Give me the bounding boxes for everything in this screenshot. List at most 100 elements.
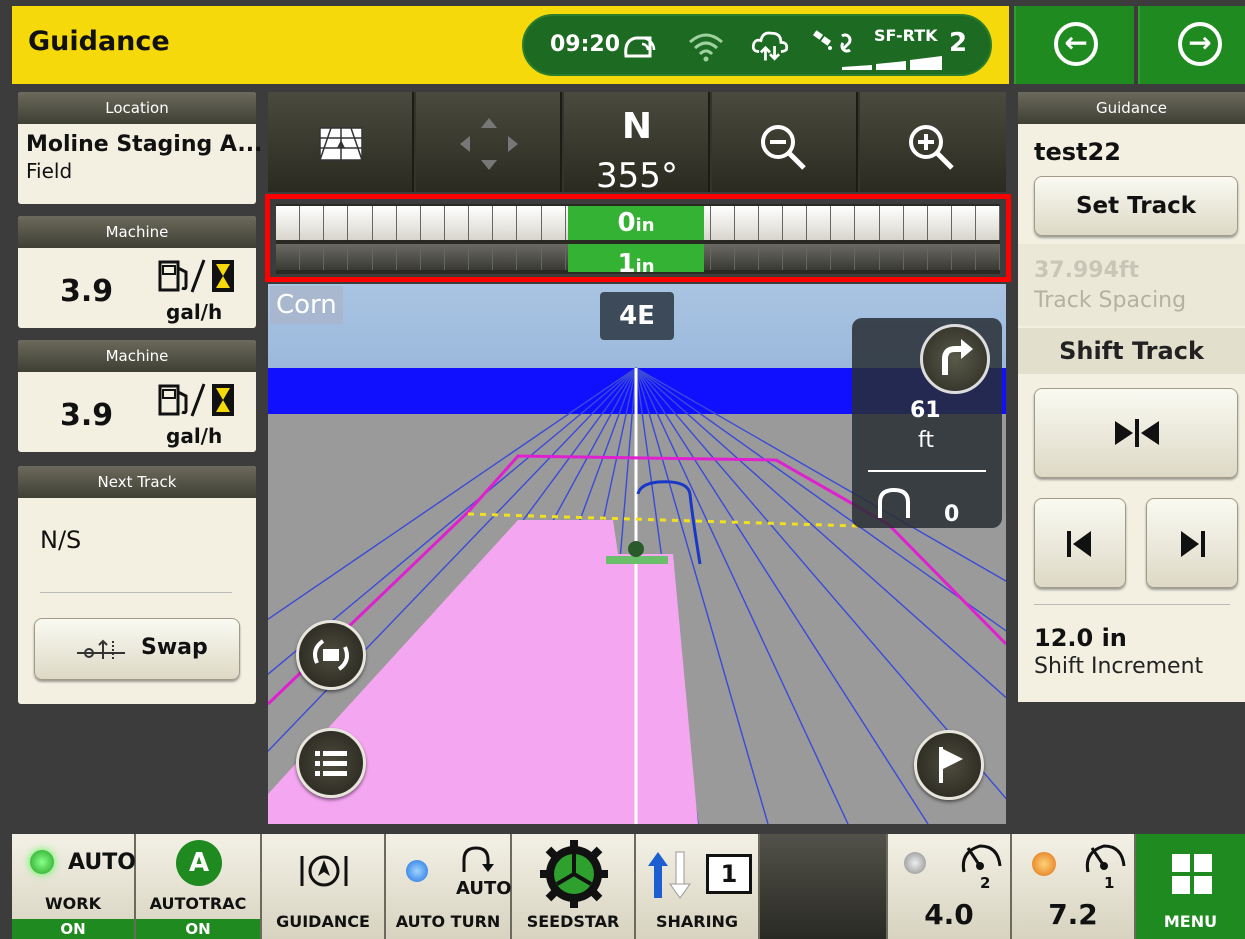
next-track-header: Next Track bbox=[18, 466, 256, 498]
autotrac-button[interactable]: A AUTOTRAC ON bbox=[136, 834, 262, 939]
speed-value-1: 7.2 bbox=[1048, 898, 1098, 931]
auto-turn-auto-label: AUTO bbox=[456, 878, 512, 899]
track-spacing-value: 37.994ft bbox=[1034, 258, 1139, 283]
shift-right-icon bbox=[1181, 531, 1205, 557]
seedstar-label: SEEDSTAR bbox=[526, 912, 620, 931]
receiver-signal-icon bbox=[624, 36, 656, 58]
fuel-rate-unit-2: gal/h bbox=[166, 424, 223, 448]
crop-label: Corn bbox=[270, 286, 343, 324]
status-led-icon bbox=[30, 850, 54, 874]
work-auto-label: AUTO bbox=[68, 850, 136, 875]
divider bbox=[868, 470, 986, 472]
seedstar-gear-icon bbox=[540, 840, 608, 908]
turn-unit: ft bbox=[918, 428, 934, 453]
clock-text: 09:20 bbox=[550, 32, 621, 57]
guidance-screen: Guidance 09:20 SF-RTK 2 ← → Location Mol… bbox=[0, 0, 1245, 939]
zoom-in-button[interactable] bbox=[860, 92, 1006, 192]
page-title: Guidance bbox=[28, 26, 170, 57]
flag-button[interactable] bbox=[914, 730, 984, 800]
location-panel[interactable]: Location Moline Staging A... Field bbox=[18, 92, 263, 204]
location-name: Moline Staging A... bbox=[26, 132, 263, 157]
work-button[interactable]: AUTO WORK ON bbox=[12, 834, 136, 939]
heading-button[interactable]: N 355° bbox=[564, 92, 710, 196]
turn-right-icon bbox=[920, 324, 990, 394]
swap-button[interactable]: Swap bbox=[34, 618, 240, 680]
auto-turn-button[interactable]: AUTO AUTO TURN bbox=[386, 834, 512, 939]
status-pill[interactable]: 09:20 SF-RTK 2 bbox=[522, 14, 992, 76]
work-label: WORK bbox=[45, 894, 101, 913]
speed-gauge-2[interactable]: 2 4.0 bbox=[888, 834, 1012, 939]
fuel-hourglass-icon bbox=[158, 259, 234, 293]
shift-left-icon bbox=[1067, 531, 1091, 557]
shift-right-button[interactable] bbox=[1146, 498, 1238, 588]
machine-panel-1[interactable]: Machine 3.9 gal/h bbox=[18, 216, 256, 328]
sharing-label: SHARING bbox=[655, 912, 739, 931]
turn-indicator-panel[interactable]: 61 ft 0 bbox=[852, 318, 1002, 528]
fuel-rate-value-1: 3.9 bbox=[60, 274, 114, 309]
next-track-panel: Next Track N/S Swap bbox=[18, 466, 256, 704]
shift-track-header: Shift Track bbox=[1018, 328, 1245, 374]
speed-value-2: 4.0 bbox=[924, 898, 974, 931]
back-button[interactable]: ← bbox=[1014, 6, 1134, 84]
wifi-icon bbox=[689, 33, 723, 62]
sync-arrows-icon bbox=[648, 851, 691, 899]
status-led-icon bbox=[406, 860, 428, 882]
guidance-header: Guidance bbox=[1018, 92, 1245, 124]
divider bbox=[1034, 604, 1230, 605]
u-turn-icon bbox=[878, 487, 910, 518]
track-name: test22 bbox=[1034, 138, 1121, 166]
fuel-hourglass-icon bbox=[158, 383, 234, 417]
zoom-out-icon bbox=[761, 125, 806, 170]
gauge-gear: 1 bbox=[1104, 874, 1115, 892]
center-track-button[interactable] bbox=[1034, 388, 1238, 478]
speed-gauge-1[interactable]: 1 7.2 bbox=[1012, 834, 1136, 939]
view-perspective-button[interactable] bbox=[268, 92, 414, 192]
rtk-level: 2 bbox=[949, 28, 968, 58]
lightbar-highlight bbox=[265, 194, 1011, 282]
track-id-badge: 4E bbox=[600, 292, 674, 340]
list-icon bbox=[315, 751, 347, 776]
auto-turn-label: AUTO TURN bbox=[395, 912, 501, 931]
zoom-out-button[interactable] bbox=[712, 92, 858, 192]
autotrac-label: AUTOTRAC bbox=[149, 894, 247, 913]
seedstar-button[interactable]: SEEDSTAR bbox=[512, 834, 636, 939]
perspective-grid-icon bbox=[319, 127, 363, 161]
map-toolbar: N 355° bbox=[268, 92, 1006, 196]
pan-button[interactable] bbox=[416, 92, 562, 192]
shift-increment-label: Shift Increment bbox=[1034, 654, 1204, 679]
track-spacing-field: 37.994ft Track Spacing bbox=[1018, 244, 1245, 326]
status-led-icon bbox=[1032, 852, 1056, 876]
forward-button[interactable]: → bbox=[1138, 6, 1245, 84]
menu-button[interactable]: MENU bbox=[1136, 834, 1245, 939]
header-bar: Guidance 09:20 SF-RTK 2 bbox=[12, 6, 1009, 84]
turn-distance: 61 bbox=[910, 398, 941, 423]
guidance-map[interactable]: Corn 4E 61 ft 0 bbox=[268, 284, 1006, 824]
fuel-rate-value-2: 3.9 bbox=[60, 398, 114, 433]
swap-track-icon bbox=[77, 639, 125, 659]
next-track-value: N/S bbox=[40, 526, 82, 554]
divider bbox=[40, 592, 232, 593]
arrow-right-icon: → bbox=[1178, 22, 1222, 66]
menu-label: MENU bbox=[1163, 912, 1218, 931]
rotate-view-button[interactable] bbox=[296, 620, 366, 690]
gauge-gear: 2 bbox=[980, 874, 991, 892]
arrow-left-icon: ← bbox=[1054, 22, 1098, 66]
fuel-rate-unit-1: gal/h bbox=[166, 300, 223, 324]
heading-letter: N bbox=[621, 106, 653, 147]
shift-increment-value: 12.0 in bbox=[1034, 624, 1127, 652]
cloud-sync-icon bbox=[751, 31, 789, 61]
guidance-panel: Guidance test22 Set Track 37.994ft Track… bbox=[1018, 92, 1245, 702]
location-type: Field bbox=[26, 159, 73, 183]
guidance-shortcut-button[interactable]: GUIDANCE bbox=[262, 834, 386, 939]
turn-count: 0 bbox=[944, 502, 960, 527]
shift-left-button[interactable] bbox=[1034, 498, 1126, 588]
set-track-button[interactable]: Set Track bbox=[1034, 176, 1238, 236]
sharing-count: 1 bbox=[706, 854, 752, 894]
swap-label: Swap bbox=[141, 635, 208, 660]
menu-grid-icon bbox=[1172, 854, 1212, 894]
machine-panel-2[interactable]: Machine 3.9 gal/h bbox=[18, 340, 256, 452]
layers-menu-button[interactable] bbox=[296, 728, 366, 798]
empty-shortcut-slot[interactable] bbox=[760, 834, 888, 939]
autotrac-icon: A bbox=[176, 840, 222, 886]
sharing-button[interactable]: 1 SHARING bbox=[636, 834, 760, 939]
